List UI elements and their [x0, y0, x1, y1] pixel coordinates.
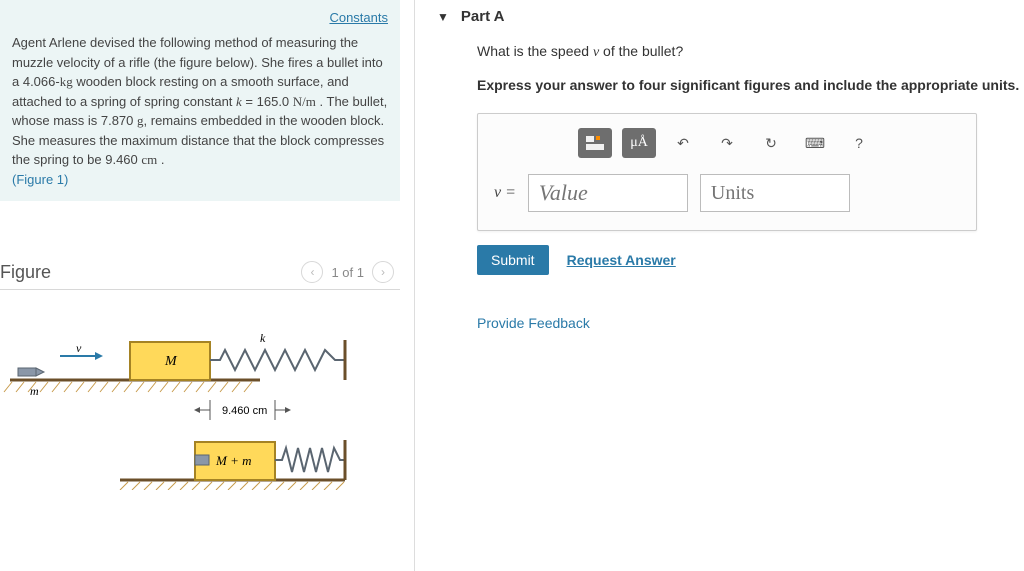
question-text: What is the speed v of the bullet?: [477, 43, 1024, 61]
vertical-divider: [414, 0, 415, 571]
equation-label: v =: [494, 184, 516, 202]
value-input[interactable]: [528, 174, 688, 212]
figure-heading: Figure: [0, 262, 51, 283]
svg-text:M: M: [164, 354, 178, 369]
figure-page-indicator: 1 of 1: [331, 265, 364, 280]
undo-icon[interactable]: ↶: [666, 128, 700, 158]
request-answer-link[interactable]: Request Answer: [567, 252, 676, 268]
problem-statement: Constants Agent Arlene devised the follo…: [0, 0, 400, 201]
svg-text:k: k: [260, 331, 266, 345]
provide-feedback-link[interactable]: Provide Feedback: [477, 315, 590, 331]
submit-button[interactable]: Submit: [477, 245, 549, 275]
keyboard-icon[interactable]: ⌨: [798, 128, 832, 158]
figure-image: m v M k 9.460 cm: [0, 310, 400, 493]
svg-text:9.460 cm: 9.460 cm: [222, 405, 267, 417]
figure-prev-button[interactable]: ‹: [301, 261, 323, 283]
part-title: Part A: [461, 8, 505, 25]
special-chars-button[interactable]: μÅ: [622, 128, 656, 158]
answer-instruction: Express your answer to four significant …: [477, 77, 1024, 93]
answer-box: μÅ ↶ ↷ ↻ ⌨ ? v =: [477, 113, 977, 231]
templates-icon[interactable]: [578, 128, 612, 158]
figure-reference-link[interactable]: (Figure 1): [12, 172, 68, 187]
problem-text: Agent Arlene devised the following metho…: [12, 33, 388, 189]
caret-down-icon: ▼: [437, 10, 449, 24]
units-input[interactable]: [700, 174, 850, 212]
figure-next-button[interactable]: ›: [372, 261, 394, 283]
reset-icon[interactable]: ↻: [754, 128, 788, 158]
svg-text:M + m: M + m: [215, 453, 252, 468]
svg-text:v: v: [76, 341, 82, 355]
redo-icon[interactable]: ↷: [710, 128, 744, 158]
part-header[interactable]: ▼ Part A: [437, 4, 1024, 25]
constants-link[interactable]: Constants: [329, 10, 388, 25]
svg-text:m: m: [30, 384, 39, 398]
help-icon[interactable]: ?: [842, 128, 876, 158]
